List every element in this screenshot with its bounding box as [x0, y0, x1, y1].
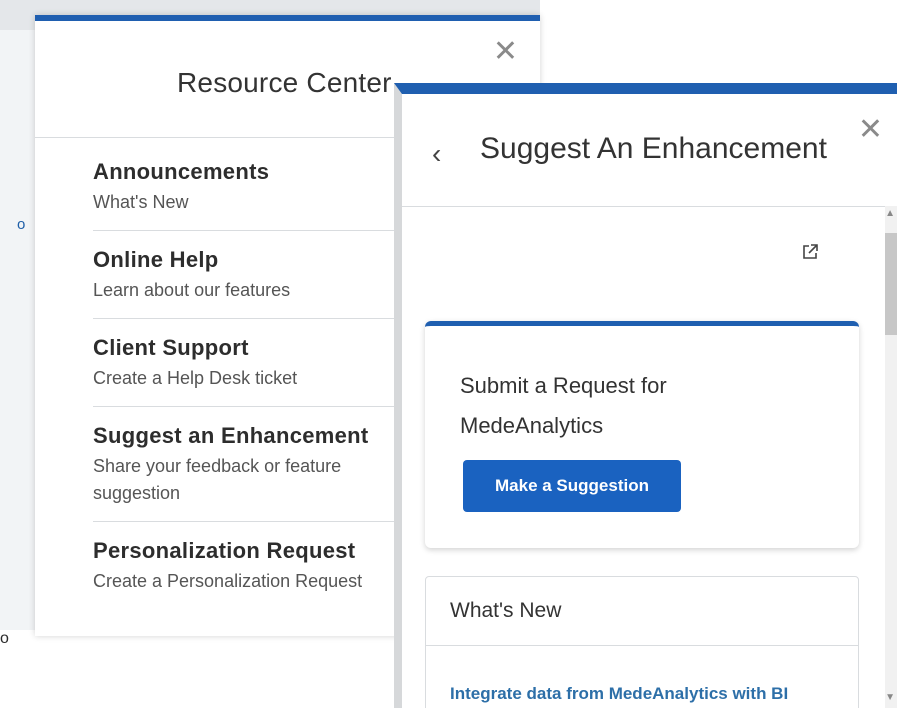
- suggestion-card-text: Submit a Request for MedeAnalytics: [460, 373, 667, 438]
- close-icon[interactable]: ✕: [493, 37, 518, 67]
- scroll-down-arrow-icon[interactable]: ▼: [885, 692, 895, 703]
- resource-item-desc: Create a Help Desk ticket: [93, 368, 298, 388]
- suggest-title: Suggest An Enhancement: [480, 132, 827, 165]
- news-article-link[interactable]: Integrate data from MedeAnalytics with B…: [426, 646, 858, 704]
- resource-item-desc: Learn about our features: [93, 280, 291, 300]
- resource-item-name: Client Support: [93, 335, 249, 360]
- resource-center-title: Resource Center: [177, 67, 392, 98]
- whats-new-title: What's New: [426, 577, 858, 646]
- close-icon[interactable]: ✕: [858, 112, 883, 147]
- resource-item-name: Online Help: [93, 247, 219, 272]
- resource-item-name: Suggest an Enhancement: [93, 423, 369, 448]
- resource-item-desc: What's New: [93, 192, 189, 212]
- resource-item-announcements[interactable]: Announcements What's New: [93, 143, 423, 231]
- whats-new-section: What's New Integrate data from MedeAnaly…: [425, 576, 859, 708]
- resource-item-personalization-request[interactable]: Personalization Request Create a Persona…: [93, 522, 423, 609]
- resource-center-list: Announcements What's New Online Help Lea…: [93, 143, 423, 609]
- scrollbar-thumb[interactable]: [885, 233, 897, 335]
- suggest-enhancement-panel: ‹ Suggest An Enhancement ✕ Submit a Requ…: [394, 83, 897, 708]
- background-text-fragment: o: [0, 630, 9, 647]
- make-suggestion-button[interactable]: Make a Suggestion: [463, 460, 681, 512]
- suggest-header: ‹ Suggest An Enhancement ✕: [402, 94, 897, 207]
- back-chevron-icon[interactable]: ‹: [432, 138, 441, 170]
- resource-item-desc: Create a Personalization Request: [93, 571, 363, 591]
- external-link-icon[interactable]: [800, 242, 820, 262]
- background-text-fragment: o: [17, 216, 26, 233]
- suggestion-card: Submit a Request for MedeAnalytics Make …: [425, 321, 859, 548]
- resource-item-name: Announcements: [93, 159, 270, 184]
- scroll-up-arrow-icon[interactable]: ▲: [885, 208, 895, 219]
- resource-item-client-support[interactable]: Client Support Create a Help Desk ticket: [93, 319, 423, 407]
- resource-item-online-help[interactable]: Online Help Learn about our features: [93, 231, 423, 319]
- resource-item-name: Personalization Request: [93, 538, 356, 563]
- resource-item-suggest-enhancement[interactable]: Suggest an Enhancement Share your feedba…: [93, 407, 423, 522]
- resource-item-desc: Share your feedback or feature suggestio…: [93, 456, 342, 503]
